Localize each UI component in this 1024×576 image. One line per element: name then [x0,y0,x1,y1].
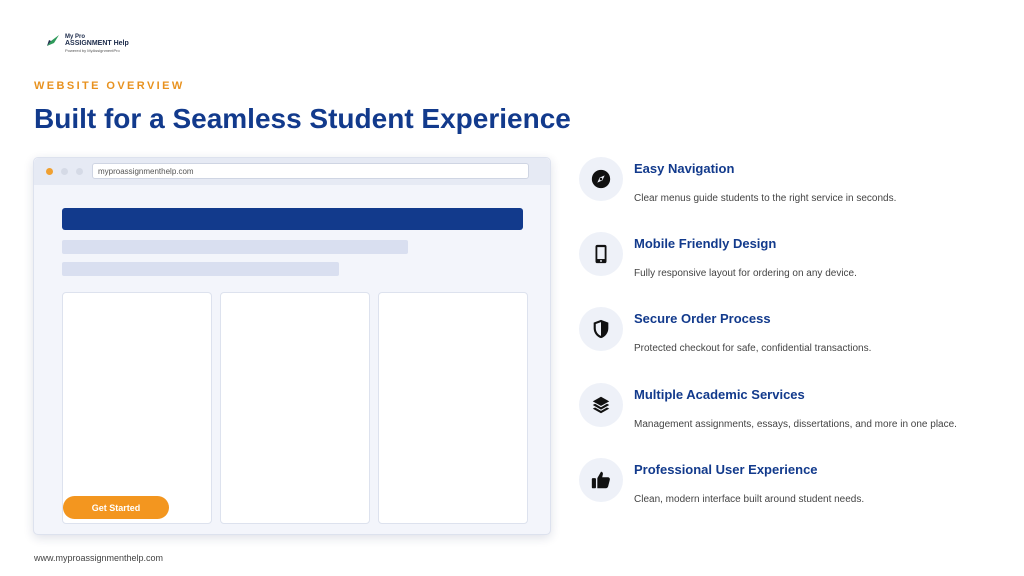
section-eyebrow: WEBSITE OVERVIEW [34,80,185,92]
feature-description: Protected checkout for safe, confidentia… [634,343,872,354]
content-card-placeholder [378,292,528,524]
layers-icon [579,383,623,427]
browser-mockup: myproassignmenthelp.com Get Started [33,157,551,535]
mobile-phone-icon [579,232,623,276]
content-card-placeholder [220,292,370,524]
feature-description: Clear menus guide students to the right … [634,193,897,204]
feature-easy-navigation: Easy Navigation Clear menus guide studen… [579,157,999,217]
logo: My Pro ASSIGNMENT Help Powered by MyAssi… [45,34,129,53]
window-dot-close [46,168,53,175]
window-dot-minimize [61,168,68,175]
rocket-icon [45,34,61,53]
browser-toolbar: myproassignmenthelp.com [34,158,550,185]
thumbs-up-icon [579,458,623,502]
feature-description: Management assignments, essays, disserta… [634,419,957,430]
feature-title: Multiple Academic Services [634,387,805,402]
get-started-button[interactable]: Get Started [63,496,169,519]
feature-title: Mobile Friendly Design [634,236,777,251]
hero-banner-placeholder [62,208,523,230]
feature-title: Easy Navigation [634,161,735,176]
feature-mobile-friendly: Mobile Friendly Design Fully responsive … [579,232,999,292]
text-line-placeholder [62,240,408,254]
address-bar[interactable]: myproassignmenthelp.com [92,163,529,179]
feature-secure-order: Secure Order Process Protected checkout … [579,307,999,367]
logo-line-3: Powered by MyAssignmentPro [65,48,120,53]
window-dot-maximize [76,168,83,175]
feature-description: Clean, modern interface built around stu… [634,494,865,505]
content-card-placeholder [62,292,212,524]
logo-line-2: ASSIGNMENT Help [65,40,129,47]
page-title: Built for a Seamless Student Experience [34,103,571,134]
feature-academic-services: Multiple Academic Services Management as… [579,383,999,443]
feature-title: Professional User Experience [634,462,818,477]
feature-professional-ux: Professional User Experience Clean, mode… [579,458,999,518]
shield-icon [579,307,623,351]
footer-url: www.myproassignmenthelp.com [34,553,164,563]
compass-icon [579,157,623,201]
feature-description: Fully responsive layout for ordering on … [634,268,857,279]
text-line-placeholder [62,262,339,276]
feature-title: Secure Order Process [634,311,771,326]
